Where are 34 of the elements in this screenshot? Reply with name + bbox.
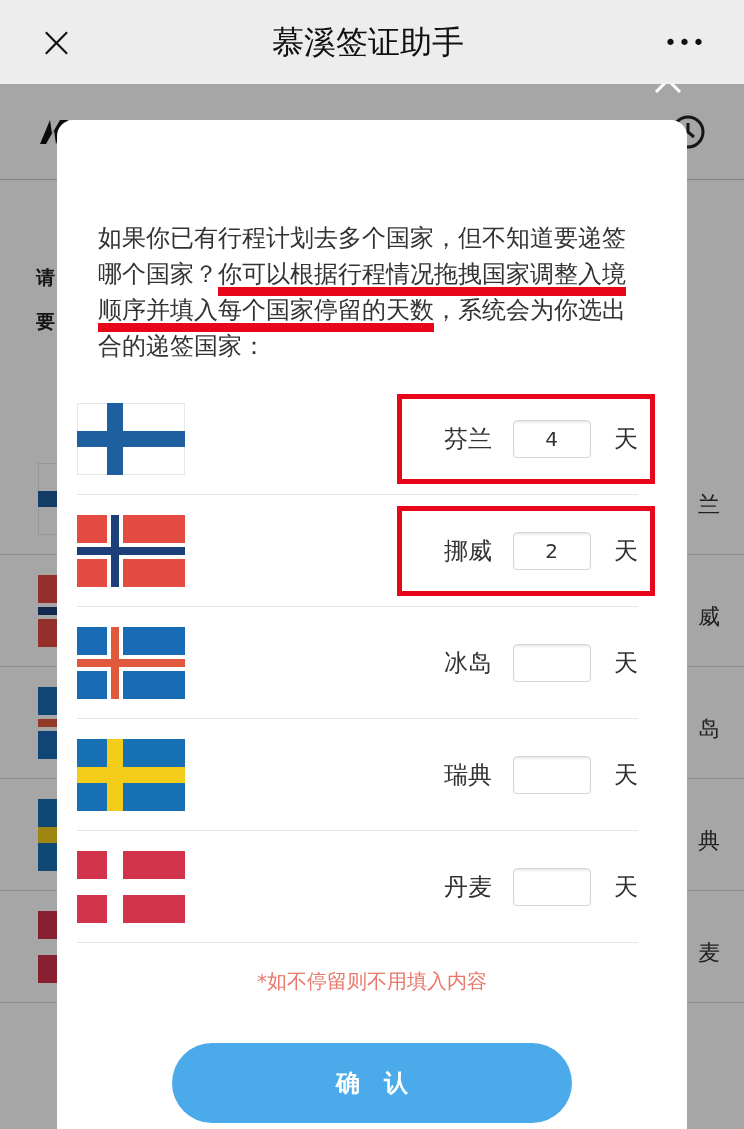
country-name: 瑞典 xyxy=(443,759,492,791)
unit-label: 天 xyxy=(613,423,638,455)
country-label: 岛 xyxy=(698,715,720,743)
country-name: 冰岛 xyxy=(443,647,492,679)
flag-icon xyxy=(76,850,185,923)
flag-icon xyxy=(76,738,185,811)
days-input[interactable] xyxy=(512,755,591,794)
country-name: 丹麦 xyxy=(443,871,492,903)
more-button[interactable]: ••• xyxy=(664,25,706,59)
country-name: 挪威 xyxy=(443,535,492,567)
unit-label: 天 xyxy=(613,647,638,679)
country-label: 典 xyxy=(698,827,720,855)
note-text: *如不停留则不用填入内容 xyxy=(257,968,487,995)
close-icon[interactable] xyxy=(653,84,683,95)
unit-label: 天 xyxy=(613,759,638,791)
days-input[interactable]: 4 xyxy=(512,419,591,458)
close-button[interactable]: × xyxy=(38,20,72,64)
prompt-text: 要 xyxy=(36,310,55,332)
country-label: 兰 xyxy=(698,491,720,519)
flag-icon xyxy=(76,514,185,587)
unit-label: 天 xyxy=(613,535,638,567)
country-label: 麦 xyxy=(698,939,720,967)
days-input[interactable]: 2 xyxy=(512,531,591,570)
prompt-text: 请 xyxy=(36,266,55,288)
flag-icon xyxy=(76,402,185,475)
country-name: 芬兰 xyxy=(443,423,492,455)
days-input[interactable] xyxy=(512,643,591,682)
window-title: 慕溪签证助手 xyxy=(272,22,465,63)
country-label: 威 xyxy=(698,603,720,631)
flag-icon xyxy=(76,626,185,699)
days-input[interactable] xyxy=(512,867,591,906)
intro-text: 如果你已有行程计划去多个国家，但不知道要递签哪个国家？你可以根据行程情况拖拽国家调整入境顺序并填入每个国家停留的天数，系统会为你选出合的递签国家： xyxy=(98,223,627,362)
flag-icon xyxy=(38,798,57,871)
unit-label: 天 xyxy=(613,871,638,903)
